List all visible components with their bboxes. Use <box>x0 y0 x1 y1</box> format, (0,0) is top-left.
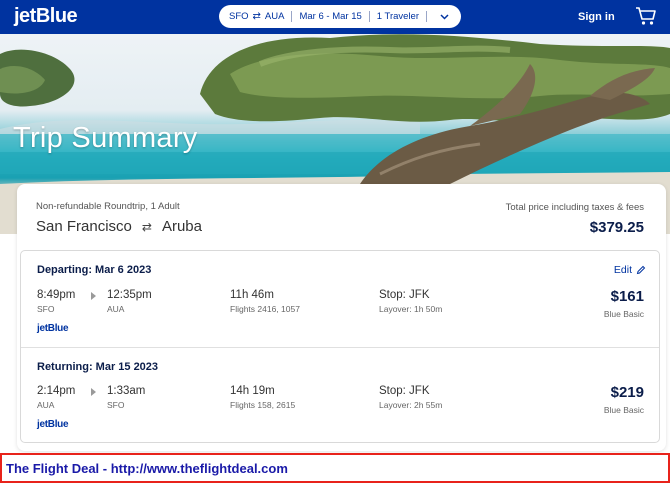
stop-info: Stop: JFK <box>379 289 430 301</box>
flight-list: Departing: Mar 6 2023 Edit 8:49pm SFO 12… <box>20 250 660 443</box>
chevron-down-icon[interactable] <box>440 12 449 22</box>
total-price-label: Total price including taxes & fees <box>505 202 644 213</box>
returning-title: Returning: Mar 15 2023 <box>37 361 159 373</box>
sign-in-link[interactable]: Sign in <box>578 11 615 23</box>
flight-deal-link[interactable]: The Flight Deal - http://www.theflightde… <box>6 461 288 476</box>
total-price: $379.25 <box>589 219 644 236</box>
depart-time: 8:49pm <box>37 289 76 301</box>
carrier-logo: jetBlue <box>37 419 69 430</box>
fare-class: Blue Basic <box>603 309 644 319</box>
arrive-time: 12:35pm <box>107 289 152 301</box>
top-nav-bar: jetBlue SFO ⇄ AUA Mar 6 - Mar 15 1 Trave… <box>0 0 670 34</box>
page-title: Trip Summary <box>13 122 198 154</box>
search-travelers: 1 Traveler <box>376 11 420 22</box>
departing-title: Departing: Mar 6 2023 <box>37 264 152 276</box>
stop-info: Stop: JFK <box>379 385 430 397</box>
leg-price: $219 <box>610 384 644 401</box>
flight-deal-banner: The Flight Deal - http://www.theflightde… <box>0 453 670 483</box>
arrive-time: 1:33am <box>107 385 146 397</box>
divider <box>426 11 428 22</box>
trip-summary-card: Non-refundable Roundtrip, 1 Adult San Fr… <box>17 184 666 451</box>
departing-flight: Departing: Mar 6 2023 Edit 8:49pm SFO 12… <box>21 251 659 347</box>
jetblue-logo[interactable]: jetBlue <box>14 5 78 28</box>
fare-type-label: Non-refundable Roundtrip, 1 Adult <box>36 201 180 212</box>
layover-info: Layover: 1h 50m <box>379 304 443 314</box>
arrive-airport: AUA <box>107 304 125 314</box>
swap-icon: ⇄ <box>141 219 152 234</box>
pencil-icon <box>636 265 646 275</box>
search-origin: SFO <box>229 11 249 22</box>
flight-numbers: Flights 158, 2615 <box>230 400 296 410</box>
divider <box>368 11 370 22</box>
depart-time: 2:14pm <box>37 385 76 397</box>
flight-numbers: Flights 2416, 1057 <box>230 304 300 314</box>
swap-icon: ⇄ <box>252 11 261 22</box>
search-destination: AUA <box>264 11 285 22</box>
layover-info: Layover: 2h 55m <box>379 400 443 410</box>
fare-class: Blue Basic <box>603 405 644 415</box>
arrive-airport: SFO <box>107 400 125 410</box>
origin-city: San Francisco <box>36 218 132 235</box>
carrier-logo: jetBlue <box>37 323 69 334</box>
divider <box>291 11 293 22</box>
flight-duration: 14h 19m <box>230 385 275 397</box>
search-dates: Mar 6 - Mar 15 <box>299 11 362 22</box>
arrow-right-icon <box>91 388 96 396</box>
cart-icon[interactable] <box>635 6 657 26</box>
edit-label: Edit <box>613 264 632 276</box>
route-summary: San Francisco ⇄ Aruba <box>36 218 202 235</box>
flight-search-pill[interactable]: SFO ⇄ AUA Mar 6 - Mar 15 1 Traveler <box>219 5 461 28</box>
depart-airport: SFO <box>37 304 55 314</box>
returning-flight: Returning: Mar 15 2023 2:14pm AUA 1:33am… <box>21 347 659 443</box>
leg-price: $161 <box>610 288 644 305</box>
depart-airport: AUA <box>37 400 55 410</box>
destination-city: Aruba <box>161 218 202 235</box>
flight-duration: 11h 46m <box>230 289 274 301</box>
edit-button[interactable]: Edit <box>614 264 646 276</box>
arrow-right-icon <box>91 292 96 300</box>
